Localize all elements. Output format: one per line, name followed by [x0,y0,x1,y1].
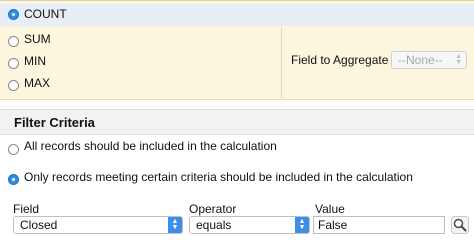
value-input[interactable]: False [313,216,445,234]
aggregation-divider [281,27,282,98]
field-to-aggregate-select[interactable]: --None-- ▲ ▼ [391,51,467,69]
selected-option-highlight [0,4,474,26]
min-radio[interactable] [8,58,19,69]
count-radio[interactable] [8,9,19,20]
operator-column-label: Operator [189,202,237,216]
filter-criteria-title: Filter Criteria [14,115,95,130]
value-input-text: False [318,218,348,232]
max-radio[interactable] [8,80,19,91]
criteria-records-label: Only records meeting certain criteria sh… [24,170,413,184]
count-label: COUNT [24,7,67,21]
value-column-label: Value [315,202,345,216]
select-arrows-icon: ▲ ▼ [455,53,462,66]
min-label: MIN [24,54,46,68]
sum-radio[interactable] [8,36,19,47]
field-select[interactable]: Closed ▲ ▼ [13,216,183,234]
all-records-label: All records should be included in the ca… [24,139,277,153]
aggregation-panel [0,0,474,100]
sum-label: SUM [24,32,51,46]
operator-select[interactable]: equals ▲ ▼ [189,216,310,234]
field-column-label: Field [13,202,40,216]
filter-criteria-header: Filter Criteria [0,109,474,135]
all-records-radio[interactable] [8,144,19,155]
magnifier-lookup-icon[interactable] [451,216,469,234]
field-select-value: Closed [20,218,58,232]
operator-select-arrows-icon: ▲ ▼ [295,217,309,233]
field-to-aggregate-value: --None-- [398,53,443,67]
criteria-records-radio[interactable] [8,174,19,185]
field-to-aggregate-label: Field to Aggregate [291,53,389,67]
operator-select-value: equals [196,218,232,232]
max-label: MAX [24,76,51,90]
field-select-arrows-icon: ▲ ▼ [168,217,182,233]
